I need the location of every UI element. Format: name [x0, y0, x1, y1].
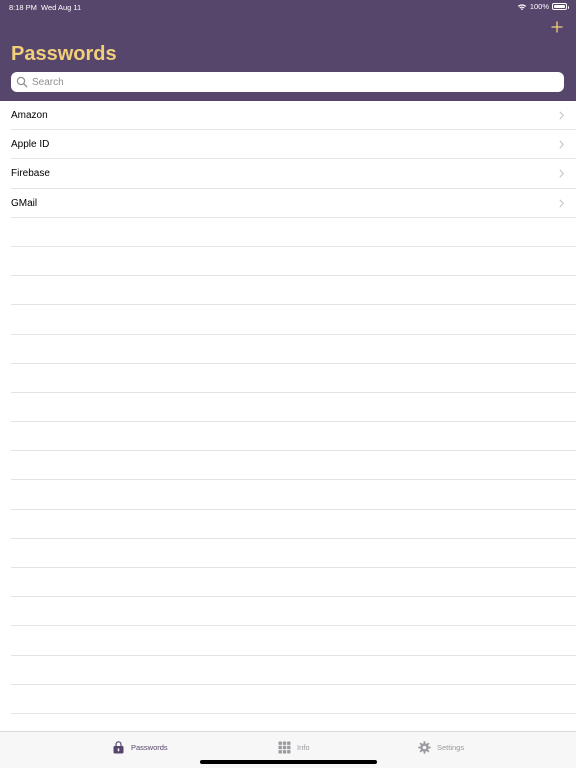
gear-icon — [418, 740, 431, 754]
list-item-label: Apple ID — [11, 139, 50, 151]
chevron-right-icon — [559, 198, 564, 208]
status-indicators: 100% — [517, 2, 569, 11]
empty-row-separator — [0, 597, 576, 627]
list-item-gmail[interactable]: GMail — [0, 189, 576, 218]
empty-row-separator — [0, 539, 576, 569]
empty-row-separator — [0, 335, 576, 364]
home-indicator — [200, 760, 377, 764]
tab-label: Settings — [437, 742, 465, 752]
search-field[interactable] — [11, 72, 564, 92]
empty-row-separator — [0, 247, 576, 277]
empty-row-separator — [0, 276, 576, 306]
list-item-label: Firebase — [11, 168, 50, 180]
empty-row-separator — [0, 393, 576, 423]
tab-settings[interactable]: Settings — [418, 732, 464, 762]
empty-row-separator — [0, 480, 576, 510]
empty-row-separator — [0, 626, 576, 656]
list-item-amazon[interactable]: Amazon — [0, 101, 576, 131]
list-item-apple-id[interactable]: Apple ID — [0, 130, 576, 160]
password-list: Amazon Apple ID Firebase GMail — [0, 101, 576, 744]
empty-row-separator — [0, 568, 576, 598]
chevron-right-icon — [559, 140, 564, 149]
chevron-right-icon — [559, 169, 564, 178]
empty-row-separator — [0, 451, 576, 481]
plus-icon — [551, 21, 563, 33]
lock-box-icon — [113, 740, 124, 753]
tab-label: Passwords — [131, 742, 168, 752]
empty-row-separator — [0, 510, 576, 540]
battery-percentage: 100% — [529, 2, 549, 11]
empty-row-separator — [0, 422, 576, 452]
list-item-label: Amazon — [11, 110, 48, 122]
search-icon — [16, 76, 28, 88]
battery-icon — [552, 3, 569, 10]
tab-label: Info — [297, 742, 310, 752]
search-input[interactable] — [32, 76, 564, 88]
empty-row-separator — [0, 685, 576, 715]
tab-passwords[interactable]: Passwords — [112, 732, 168, 762]
navigation-header: 8:18 PM Wed Aug 11 100% Passwords — [0, 0, 576, 101]
list-item-label: GMail — [11, 197, 38, 209]
empty-row-separator — [0, 656, 576, 685]
grid-icon — [278, 741, 291, 753]
empty-row-separator — [0, 305, 576, 335]
status-date: Wed Aug 11 — [41, 3, 82, 12]
add-button[interactable] — [548, 18, 566, 36]
status-time: 8:18 PM — [9, 3, 37, 12]
page-title: Passwords — [11, 43, 117, 65]
tab-info[interactable]: Info — [278, 732, 310, 762]
chevron-right-icon — [559, 111, 564, 120]
status-bar: 8:18 PM Wed Aug 11 100% — [0, 0, 576, 14]
empty-row-separator — [0, 364, 576, 394]
wifi-icon — [517, 3, 526, 10]
list-item-firebase[interactable]: Firebase — [0, 159, 576, 189]
empty-row-separator — [0, 218, 576, 248]
